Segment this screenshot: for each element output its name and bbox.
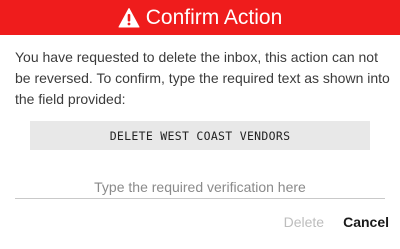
- cancel-button[interactable]: Cancel: [343, 214, 389, 230]
- warning-triangle-icon: [118, 7, 140, 29]
- dialog-actions: Delete Cancel: [284, 214, 389, 230]
- dialog-message: You have requested to delete the inbox, …: [15, 49, 390, 107]
- verification-input[interactable]: [15, 176, 385, 198]
- confirm-dialog: Confirm Action You have requested to del…: [0, 0, 400, 249]
- delete-button[interactable]: Delete: [284, 214, 324, 230]
- dialog-header: Confirm Action: [0, 0, 400, 35]
- dialog-title: Confirm Action: [145, 5, 283, 29]
- verification-field-wrapper: [15, 176, 385, 199]
- required-text-box: DELETE WEST COAST VENDORS: [30, 121, 370, 150]
